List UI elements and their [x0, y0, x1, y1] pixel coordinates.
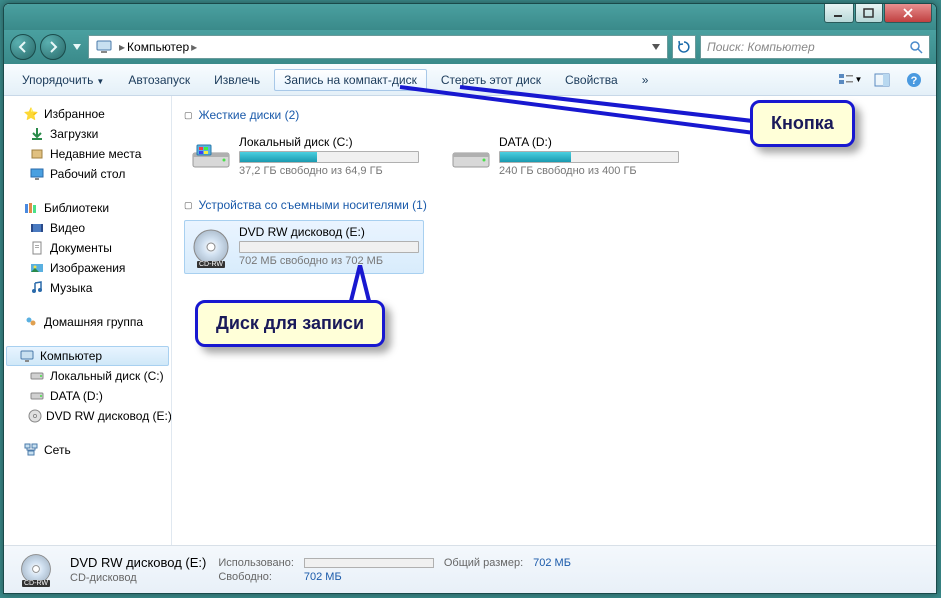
- search-icon: [909, 40, 923, 54]
- forward-button[interactable]: [40, 34, 66, 60]
- homegroup-icon: [22, 314, 40, 330]
- drive-icon: [28, 388, 46, 404]
- back-button[interactable]: [10, 34, 36, 60]
- titlebar: [4, 4, 936, 30]
- organize-button[interactable]: Упорядочить▼: [12, 69, 114, 91]
- status-used-bar: [304, 558, 434, 568]
- autoplay-button[interactable]: Автозапуск: [118, 69, 200, 91]
- libraries-icon: [22, 200, 40, 216]
- cd-rw-badge: CD-RW: [22, 580, 50, 587]
- drive-e[interactable]: CD-RW DVD RW дисковод (E:) 702 МБ свобод…: [184, 220, 424, 274]
- network-icon: [22, 442, 40, 458]
- drive-e-free: 702 МБ свободно из 702 МБ: [239, 255, 419, 267]
- sidebar-homegroup[interactable]: Домашняя группа: [4, 312, 171, 332]
- sidebar-item-drive-e[interactable]: DVD RW дисковод (E:): [4, 406, 171, 426]
- drive-d-bar: [499, 151, 679, 163]
- sidebar-item-drive-c[interactable]: Локальный диск (C:): [4, 366, 171, 386]
- search-input[interactable]: Поиск: Компьютер: [700, 35, 930, 59]
- desktop-icon: [28, 166, 46, 182]
- svg-text:?: ?: [911, 75, 918, 87]
- sidebar-item-music[interactable]: Музыка: [4, 278, 171, 298]
- breadcrumb-sep-icon: ▸: [189, 40, 199, 54]
- address-dropdown[interactable]: [647, 44, 665, 50]
- view-button[interactable]: ▼: [836, 68, 864, 92]
- nav-row: ▸ Компьютер ▸ Поиск: Компьютер: [4, 30, 936, 64]
- status-free-val: 702 МБ: [304, 571, 434, 583]
- refresh-button[interactable]: [672, 35, 696, 59]
- status-subtitle: CD-дисковод: [70, 572, 206, 584]
- status-total-val: 702 МБ: [533, 557, 571, 569]
- sidebar-item-desktop[interactable]: Рабочий стол: [4, 164, 171, 184]
- body: ⭐Избранное Загрузки Недавние места Рабоч…: [4, 96, 936, 545]
- sidebar-item-recent[interactable]: Недавние места: [4, 144, 171, 164]
- sidebar-item-video[interactable]: Видео: [4, 218, 171, 238]
- callout-line: [340, 265, 380, 305]
- drive-c-free: 37,2 ГБ свободно из 64,9 ГБ: [239, 165, 419, 177]
- sidebar-favorites[interactable]: ⭐Избранное: [4, 104, 171, 124]
- status-used-label: Использовано:: [218, 557, 294, 569]
- downloads-icon: [28, 126, 46, 142]
- video-icon: [28, 220, 46, 236]
- computer-icon: [18, 348, 36, 364]
- address-bar[interactable]: ▸ Компьютер ▸: [88, 35, 668, 59]
- help-button[interactable]: ?: [900, 68, 928, 92]
- pictures-icon: [28, 260, 46, 276]
- sidebar-item-downloads[interactable]: Загрузки: [4, 124, 171, 144]
- callout-button: Кнопка: [750, 100, 855, 147]
- callout-line: [300, 85, 780, 145]
- search-placeholder: Поиск: Компьютер: [707, 40, 815, 54]
- disc-icon: CD-RW: [14, 550, 58, 590]
- section-removable[interactable]: ▢Устройства со съемными носителями (1): [184, 198, 924, 212]
- sidebar-network[interactable]: Сеть: [4, 440, 171, 460]
- preview-pane-button[interactable]: [868, 68, 896, 92]
- computer-icon: [95, 38, 113, 56]
- hdd-icon: [189, 135, 233, 179]
- sidebar-item-drive-d[interactable]: DATA (D:): [4, 386, 171, 406]
- status-title: DVD RW дисковод (E:): [70, 555, 206, 570]
- drive-e-name: DVD RW дисковод (E:): [239, 225, 419, 239]
- close-button[interactable]: [884, 4, 932, 23]
- maximize-button[interactable]: [855, 4, 883, 23]
- documents-icon: [28, 240, 46, 256]
- breadcrumb-text[interactable]: Компьютер: [127, 40, 189, 54]
- music-icon: [28, 280, 46, 296]
- minimize-button[interactable]: [824, 4, 854, 23]
- callout-disc: Диск для записи: [195, 300, 385, 347]
- disc-icon: [28, 408, 42, 424]
- sidebar-item-documents[interactable]: Документы: [4, 238, 171, 258]
- recent-icon: [28, 146, 46, 162]
- status-bar: CD-RW DVD RW дисковод (E:) CD-дисковод И…: [4, 545, 936, 593]
- sidebar: ⭐Избранное Загрузки Недавние места Рабоч…: [4, 96, 172, 545]
- drive-e-bar: [239, 241, 419, 253]
- drive-c-bar: [239, 151, 419, 163]
- status-free-label: Свободно:: [218, 571, 294, 583]
- disc-icon: CD-RW: [189, 225, 233, 269]
- star-icon: ⭐: [22, 106, 40, 122]
- cd-rw-badge: CD-RW: [197, 261, 225, 268]
- sidebar-libraries[interactable]: Библиотеки: [4, 198, 171, 218]
- nav-history-dropdown[interactable]: [70, 37, 84, 57]
- eject-button[interactable]: Извлечь: [204, 69, 270, 91]
- drive-d-free: 240 ГБ свободно из 400 ГБ: [499, 165, 679, 177]
- breadcrumb-sep-icon: ▸: [117, 40, 127, 54]
- drive-icon: [28, 368, 46, 384]
- sidebar-item-pictures[interactable]: Изображения: [4, 258, 171, 278]
- sidebar-computer[interactable]: Компьютер: [6, 346, 169, 366]
- status-total-label: Общий размер:: [444, 557, 523, 569]
